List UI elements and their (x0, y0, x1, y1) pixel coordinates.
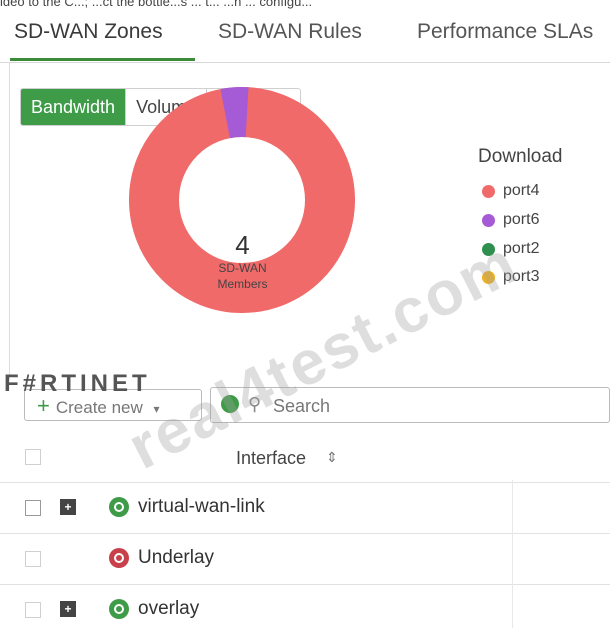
active-tab-indicator (10, 58, 195, 61)
search-box: ⚲ (210, 387, 610, 423)
legend-title: Download (478, 146, 563, 167)
legend-dot (482, 242, 495, 256)
expand-icon[interactable]: + (60, 601, 76, 617)
interface-name[interactable]: overlay (138, 598, 199, 620)
column-divider (512, 480, 513, 628)
table-row[interactable]: Underlay (0, 534, 610, 585)
interface-name[interactable]: virtual-wan-link (138, 496, 265, 518)
table-header-row: Interface ⇕ (0, 432, 610, 483)
row-checkbox[interactable] (25, 500, 41, 516)
column-header-interface[interactable]: Interface (236, 448, 306, 469)
search-icon: ⚲ (248, 394, 262, 414)
legend-dot (482, 270, 495, 284)
legend-item-port6[interactable]: port6 (482, 211, 539, 229)
tab-sd-wan-zones[interactable]: SD-WAN Zones (14, 20, 163, 44)
donut-center-value: 4 (235, 230, 250, 260)
search-input[interactable] (271, 392, 595, 420)
search-options-icon[interactable] (221, 395, 239, 413)
expand-icon[interactable]: + (60, 499, 76, 515)
legend-item-port4[interactable]: port4 (482, 182, 539, 200)
sort-icon[interactable]: ⇕ (326, 449, 338, 466)
chevron-down-icon: ▾ (153, 402, 160, 416)
tab-bar: SD-WAN Zones SD-WAN Rules Performance SL… (0, 12, 610, 63)
zone-green-icon (109, 599, 129, 619)
table-row[interactable]: + virtual-wan-link (0, 483, 610, 534)
toggle-bandwidth[interactable]: Bandwidth (21, 89, 127, 125)
row-checkbox[interactable] (25, 551, 41, 567)
zone-green-icon (109, 497, 129, 517)
legend-item-port3[interactable]: port3 (482, 268, 539, 286)
tab-sd-wan-rules[interactable]: SD-WAN Rules (218, 20, 362, 44)
cropped-top-text: ideo to the C...; ...ct the bottle...s .… (0, 0, 313, 9)
interface-name[interactable]: Underlay (138, 547, 214, 569)
legend-dot (482, 213, 495, 227)
fortinet-logo: F#RTINET (4, 370, 151, 397)
legend-dot (482, 184, 495, 198)
select-all-checkbox[interactable] (25, 449, 41, 465)
donut-center-label: SD-WAN Members (217, 261, 268, 291)
legend-item-port2[interactable]: port2 (482, 240, 539, 258)
zone-red-icon (109, 548, 129, 568)
row-checkbox[interactable] (25, 602, 41, 618)
tab-performance-slas[interactable]: Performance SLAs (417, 20, 593, 44)
